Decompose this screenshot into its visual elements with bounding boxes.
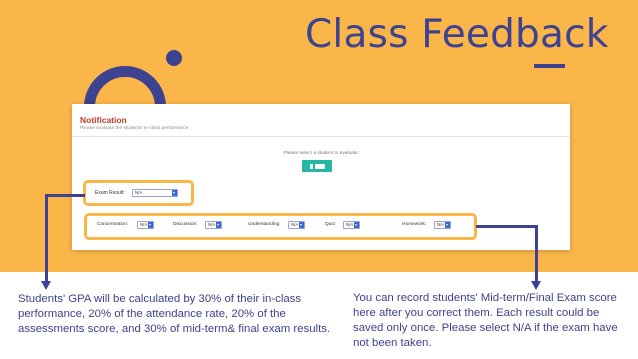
select-student-button[interactable]	[302, 160, 332, 172]
slide-title: Class Feedback	[305, 12, 609, 57]
ratings-highlight	[84, 213, 477, 240]
exam-score-caption: You can record students' Mid-term/Final …	[353, 292, 618, 349]
title-underline-decoration	[534, 64, 565, 68]
gpa-caption: Students' GPA will be calculated by 30% …	[18, 293, 331, 335]
notification-subtitle: Please evaluate the students' in-class p…	[80, 126, 189, 131]
decorative-dot	[166, 50, 182, 66]
student-card-icon-body	[314, 163, 325, 169]
select-student-prompt: Please select a student to evaluate :	[283, 151, 361, 156]
right-arrow-head	[531, 281, 541, 290]
student-card-icon	[309, 163, 313, 169]
right-arrow-shaft	[535, 225, 538, 282]
exam-result-highlight	[83, 180, 194, 206]
panel-divider	[72, 136, 570, 137]
left-arrow-connector	[45, 194, 85, 197]
right-arrow-connector	[476, 225, 538, 228]
notification-title: Notification	[80, 115, 127, 125]
left-arrow-head	[41, 281, 51, 290]
left-arrow-shaft	[45, 194, 48, 282]
